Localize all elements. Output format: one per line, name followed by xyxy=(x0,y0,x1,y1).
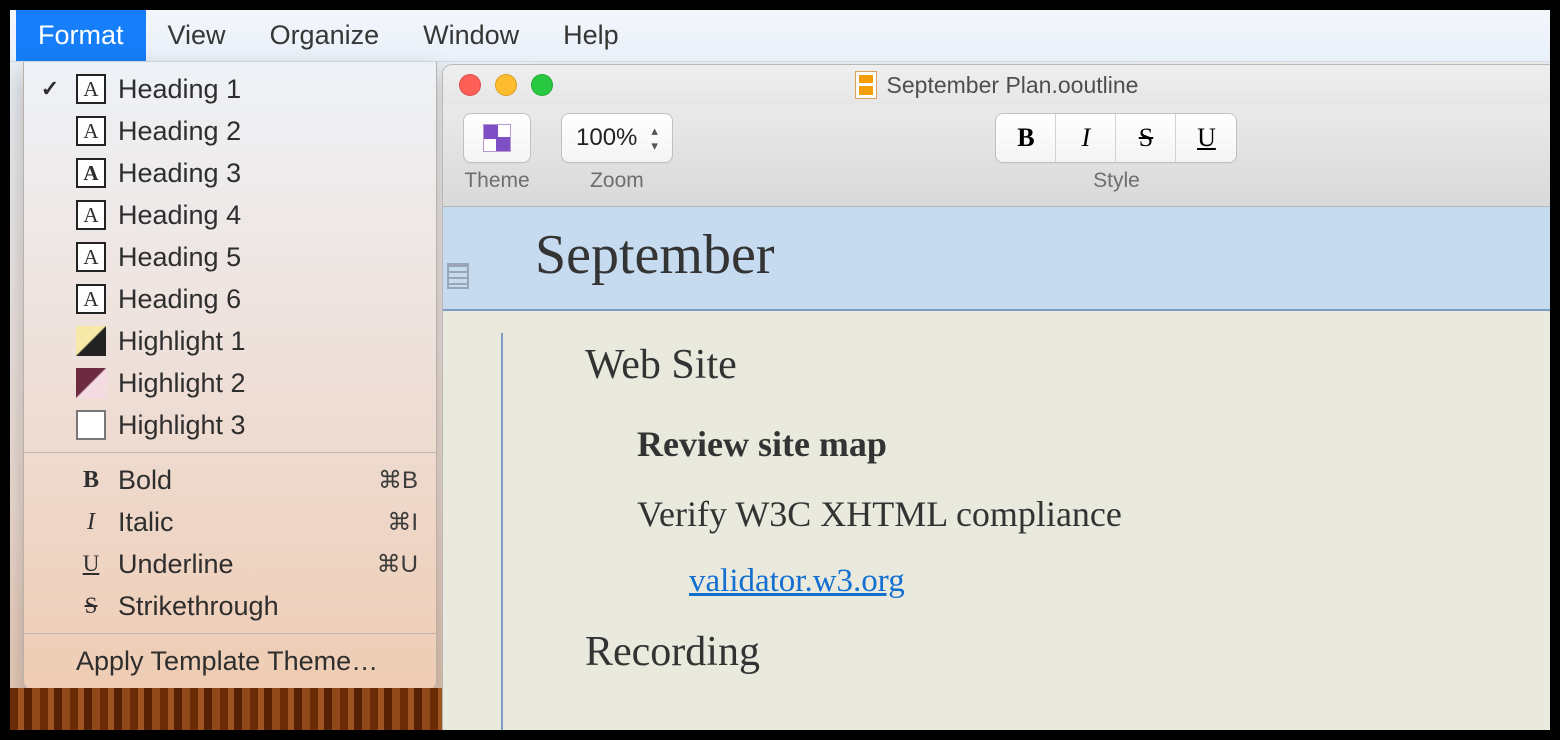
document-icon xyxy=(855,71,877,99)
outline-row[interactable]: validator.w3.org xyxy=(443,563,1550,600)
document-window: September Plan.ooutline Theme 100% ▴▾ Zo… xyxy=(442,64,1550,730)
heading-style-icon: A xyxy=(76,158,106,188)
document-area[interactable]: September Web Site Review site map Verif… xyxy=(443,207,1550,730)
menu-separator xyxy=(24,633,436,634)
menu-label: Heading 3 xyxy=(118,158,241,189)
bold-icon: B xyxy=(76,465,106,495)
zoom-value: 100% xyxy=(576,124,637,152)
menu-label: Heading 1 xyxy=(118,74,241,105)
menu-window[interactable]: Window xyxy=(401,10,541,61)
outline-row[interactable]: Web Site xyxy=(443,341,1550,389)
heading-style-icon: A xyxy=(76,242,106,272)
highlight-swatch-icon xyxy=(76,410,106,440)
heading-style-icon: A xyxy=(76,284,106,314)
shortcut: ⌘B xyxy=(378,466,418,495)
toolbar-style-group: B I S U Style xyxy=(995,113,1237,193)
toolbar-label: Style xyxy=(1093,169,1140,193)
window-controls xyxy=(459,74,553,96)
menu-italic[interactable]: I Italic ⌘I xyxy=(24,501,436,543)
outline-title: September xyxy=(535,224,774,286)
stepper-arrows-icon: ▴▾ xyxy=(651,124,658,152)
toolbar-label: Theme xyxy=(464,169,529,193)
menu-apply-template-theme[interactable]: Apply Template Theme… xyxy=(24,640,436,682)
checkmark-icon: ✓ xyxy=(36,76,64,102)
menu-label: Strikethrough xyxy=(118,591,279,622)
close-button[interactable] xyxy=(459,74,481,96)
strikethrough-button[interactable]: S xyxy=(1116,114,1176,162)
menu-heading-4[interactable]: A Heading 4 xyxy=(24,194,436,236)
format-dropdown: ✓ A Heading 1 A Heading 2 A Heading 3 A … xyxy=(23,62,437,691)
highlight-swatch-icon xyxy=(76,368,106,398)
menu-label: Underline xyxy=(118,549,234,580)
menu-heading-1[interactable]: ✓ A Heading 1 xyxy=(24,68,436,110)
menu-bold[interactable]: B Bold ⌘B xyxy=(24,459,436,501)
menu-help[interactable]: Help xyxy=(541,10,641,61)
style-segmented-control: B I S U xyxy=(995,113,1237,163)
menu-highlight-2[interactable]: Highlight 2 xyxy=(24,362,436,404)
menu-label: Bold xyxy=(118,465,172,496)
zoom-stepper[interactable]: 100% ▴▾ xyxy=(561,113,673,163)
outline-guide-line xyxy=(501,333,503,730)
menu-label: Heading 4 xyxy=(118,200,241,231)
outline-row[interactable]: Recording xyxy=(443,628,1550,676)
menu-heading-5[interactable]: A Heading 5 xyxy=(24,236,436,278)
menu-separator xyxy=(24,452,436,453)
theme-button[interactable] xyxy=(463,113,531,163)
toolbar-theme-group: Theme xyxy=(463,113,531,193)
menu-label: Italic xyxy=(118,507,174,538)
shortcut: ⌘U xyxy=(377,550,418,579)
menu-label: Apply Template Theme… xyxy=(76,646,378,677)
menu-heading-3[interactable]: A Heading 3 xyxy=(24,152,436,194)
minimize-button[interactable] xyxy=(495,74,517,96)
menu-label: Highlight 2 xyxy=(118,368,246,399)
zoom-button[interactable] xyxy=(531,74,553,96)
menu-strikethrough[interactable]: S Strikethrough xyxy=(24,585,436,627)
menu-heading-2[interactable]: A Heading 2 xyxy=(24,110,436,152)
link[interactable]: validator.w3.org xyxy=(689,563,905,599)
bold-button[interactable]: B xyxy=(996,114,1056,162)
menu-label: Heading 6 xyxy=(118,284,241,315)
theme-icon xyxy=(483,124,511,152)
outline-row[interactable]: Verify W3C XHTML compliance xyxy=(443,493,1550,535)
toolbar: Theme 100% ▴▾ Zoom B I S U Style xyxy=(443,105,1550,207)
underline-icon: U xyxy=(76,549,106,579)
outline-content: Web Site Review site map Verify W3C XHTM… xyxy=(443,311,1550,676)
menubar: Format View Organize Window Help xyxy=(10,10,1550,62)
heading-style-icon: A xyxy=(76,74,106,104)
highlight-swatch-icon xyxy=(76,326,106,356)
outline-title-row[interactable]: September xyxy=(443,207,1550,311)
menu-label: Heading 5 xyxy=(118,242,241,273)
menu-label: Highlight 3 xyxy=(118,410,246,441)
menu-highlight-1[interactable]: Highlight 1 xyxy=(24,320,436,362)
italic-icon: I xyxy=(76,507,106,537)
shortcut: ⌘I xyxy=(387,508,418,537)
menu-organize[interactable]: Organize xyxy=(248,10,402,61)
titlebar: September Plan.ooutline xyxy=(443,65,1550,105)
menu-highlight-3[interactable]: Highlight 3 xyxy=(24,404,436,446)
menu-label: Heading 2 xyxy=(118,116,241,147)
outline-row[interactable]: Review site map xyxy=(443,423,1550,465)
menu-view[interactable]: View xyxy=(146,10,248,61)
strikethrough-icon: S xyxy=(76,591,106,621)
heading-style-icon: A xyxy=(76,200,106,230)
italic-button[interactable]: I xyxy=(1056,114,1116,162)
window-title: September Plan.ooutline xyxy=(443,71,1550,99)
desktop-wallpaper xyxy=(10,688,442,730)
menu-format[interactable]: Format xyxy=(16,10,146,61)
note-gutter-icon[interactable] xyxy=(447,263,469,289)
menu-heading-6[interactable]: A Heading 6 xyxy=(24,278,436,320)
menu-label: Highlight 1 xyxy=(118,326,246,357)
toolbar-zoom-group: 100% ▴▾ Zoom xyxy=(561,113,673,193)
underline-button[interactable]: U xyxy=(1176,114,1236,162)
menu-underline[interactable]: U Underline ⌘U xyxy=(24,543,436,585)
heading-style-icon: A xyxy=(76,116,106,146)
toolbar-label: Zoom xyxy=(590,169,644,193)
window-title-text: September Plan.ooutline xyxy=(887,72,1139,99)
